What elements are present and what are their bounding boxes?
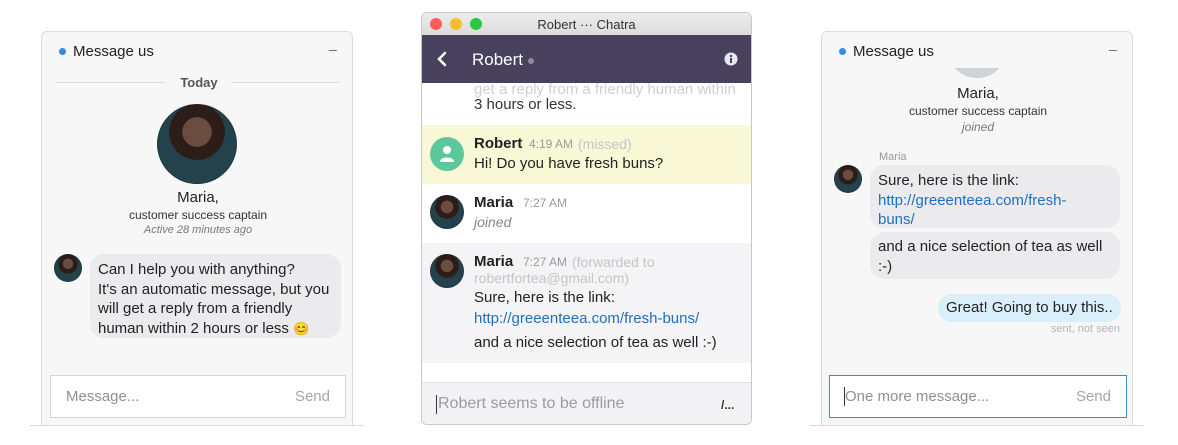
minimize-button[interactable]: – (329, 41, 337, 57)
offline-status-dot-icon (528, 58, 534, 64)
contact-name[interactable]: Robert (472, 50, 523, 70)
missed-label: (missed) (578, 136, 632, 152)
agent-small-avatar (54, 254, 82, 282)
right-chat-widget: Message us – Maria, customer success cap… (821, 31, 1133, 425)
date-divider: Today (180, 75, 218, 90)
agent-avatar (430, 254, 464, 288)
message-text-continued: and a nice selection of tea as well :-) (474, 334, 717, 351)
agent-small-avatar (834, 165, 862, 193)
auto-message-line: human within 2 hours or less 😊 (98, 319, 333, 339)
agent-status: joined (961, 120, 995, 134)
message-link[interactable]: http://greeenteea.com/fresh-buns/ (474, 310, 699, 327)
bubble-link-continued[interactable]: buns/ (878, 211, 915, 228)
chat-navbar: Robert (422, 35, 751, 83)
outgoing-bubble: Great! Going to buy this.. (938, 294, 1121, 322)
forwarded-message-row: Maria 7:27 AM (forwarded to robertfortea… (422, 243, 751, 363)
minimize-button[interactable]: – (1109, 41, 1117, 57)
auto-message-line-text: human within 2 hours or less (98, 319, 289, 337)
agent-avatar-cut (947, 68, 1007, 80)
left-baseline (30, 425, 364, 426)
message-input[interactable]: One more message... Send (829, 375, 1127, 418)
chat-input-placeholder: Robert seems to be offline (438, 395, 625, 412)
agent-role: customer success captain (908, 104, 1048, 118)
widget-title: Message us (73, 43, 154, 60)
online-dot-icon (839, 48, 846, 55)
bubble-text: :-) (878, 257, 893, 275)
joined-label: joined (474, 214, 512, 230)
date-divider-line-right (232, 82, 340, 83)
message-text: Sure, here is the link: (474, 289, 615, 306)
missed-message-row: Robert 4:19 AM (missed) Hi! Do you have … (422, 125, 751, 184)
agent-role: customer success captain (128, 208, 268, 222)
bubble-link[interactable]: http://greeenteea.com/fresh- (878, 192, 1066, 209)
chevron-left-icon[interactable] (436, 51, 448, 67)
message-time: 7:27 AM (523, 196, 568, 210)
window-title: Robert ··· Chatra (537, 17, 636, 32)
message-time: 7:27 AM (523, 255, 568, 269)
send-button[interactable]: Send (1076, 388, 1111, 405)
forwarded-label: (forwarded to (572, 254, 655, 270)
agent-name: Maria, (957, 85, 999, 102)
agent-name: Maria, (177, 189, 219, 206)
message-input[interactable]: Message... Send (50, 375, 346, 418)
outgoing-text: Great! Going to buy this.. (946, 299, 1113, 316)
auto-message-line: will get a reply from a friendly (98, 300, 293, 317)
forwarded-email: robertfortea@gmail.com) (474, 270, 630, 286)
date-divider-line-left (56, 82, 166, 83)
attach-icon[interactable]: /... (721, 398, 734, 412)
message-author: Maria (474, 194, 514, 211)
agent-avatar (430, 195, 464, 229)
text-cursor (436, 395, 437, 414)
left-chat-widget: Message us – Today Maria, customer succe… (41, 31, 353, 425)
right-baseline (810, 425, 1144, 426)
widget-title: Message us (853, 43, 934, 60)
chat-input[interactable]: Robert seems to be offline /... (422, 382, 751, 424)
send-button[interactable]: Send (295, 388, 330, 405)
message-input-placeholder: One more message... (845, 388, 990, 405)
agent-avatar (157, 104, 237, 184)
agent-status: Active 28 minutes ago (143, 224, 253, 236)
agent-bubble-link: Sure, here is the link: http://greeentee… (870, 165, 1120, 228)
joined-message-row: Maria 7:27 AM joined (422, 184, 751, 243)
auto-message-bubble: Can I help you with anything? It's an au… (90, 254, 341, 338)
auto-message-line: It's an automatic message, but you (98, 280, 330, 298)
message-author: Robert (474, 135, 523, 152)
agent-bubble-text: and a nice selection of tea as well :-) (870, 232, 1120, 279)
info-icon[interactable] (724, 52, 738, 66)
bubble-text: and a nice selection of tea as well (878, 238, 1103, 255)
visitor-avatar-icon (430, 137, 464, 171)
chatra-window: Robert ··· Chatra Robert get a reply fro… (421, 12, 752, 425)
widget-header[interactable]: Message us – (822, 32, 1132, 68)
auto-message-line: Can I help you with anything? (98, 261, 295, 278)
message-text: Hi! Do you have fresh buns? (474, 155, 664, 172)
bubble-text: Sure, here is the link: (878, 172, 1019, 189)
message-input-placeholder: Message... (66, 388, 140, 405)
sender-label: Maria (879, 151, 907, 163)
smile-emoji: 😊 (293, 320, 310, 336)
online-dot-icon (59, 48, 66, 55)
window-titlebar[interactable]: Robert ··· Chatra (422, 13, 751, 36)
widget-header[interactable]: Message us – (42, 32, 352, 68)
scrolled-message-end: 3 hours or less. (474, 96, 577, 113)
delivery-status: sent, not seen (1050, 323, 1120, 335)
message-time: 4:19 AM (529, 137, 574, 151)
message-author: Maria (474, 253, 514, 270)
